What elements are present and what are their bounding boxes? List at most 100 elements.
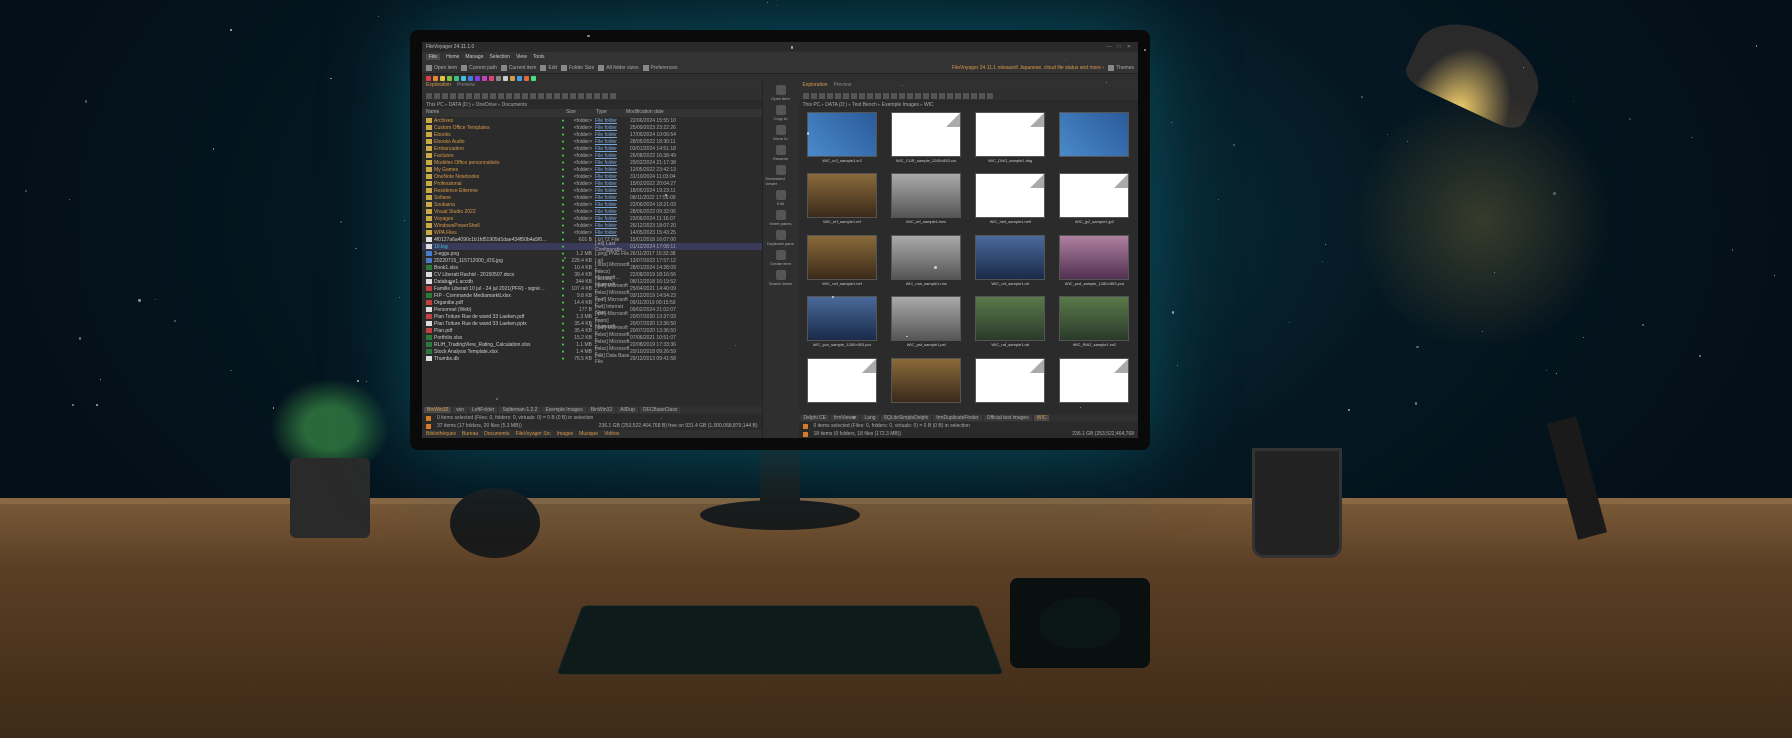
toolbar-button[interactable] [867,93,873,99]
thumbnail[interactable]: WIC_nef_sample1.nef [802,235,883,293]
toolbar-button[interactable] [546,93,552,99]
file-row[interactable]: Embarcadero●<folder>File folder03/01/202… [422,145,762,152]
ribbon-open-item[interactable]: Open item [426,65,457,71]
toolbar-button[interactable] [530,93,536,99]
toolbar-button[interactable] [931,93,937,99]
quick-link[interactable]: Documents [484,431,509,437]
mid-rename[interactable]: Rename [766,144,796,162]
color-swatch[interactable] [440,76,445,81]
file-row[interactable]: Voyages●<folder>File folder23/06/2024 11… [422,215,762,222]
toolbar-button[interactable] [987,93,993,99]
color-swatch[interactable] [503,76,508,81]
bottom-tab[interactable]: frmDuplicateFinder [933,415,981,421]
tab-preview[interactable]: Preview [457,82,475,91]
toolbar-button[interactable] [963,93,969,99]
menu-view[interactable]: View [516,54,527,60]
thumbnail[interactable]: WIC_orf_sample1.orf [970,235,1051,293]
toolbar-button[interactable] [602,93,608,99]
toolbar-button[interactable] [923,93,929,99]
toolbar-button[interactable] [915,93,921,99]
thumbnail[interactable]: WIC_psf_sample1.psf [886,296,967,354]
quick-link[interactable]: Bureau [462,431,478,437]
tab-preview[interactable]: Preview [834,82,852,91]
color-swatch[interactable] [496,76,501,81]
bottom-tab[interactable]: WIC [1034,415,1050,421]
ribbon-all-folder-sizes[interactable]: All folder sizes [598,65,638,71]
toolbar-button[interactable] [466,93,472,99]
col-mod[interactable]: Modification date [626,109,758,117]
bottom-tab[interactable]: Official test images [984,415,1032,421]
toolbar-button[interactable] [442,93,448,99]
color-swatch[interactable] [426,76,431,81]
toolbar-button[interactable] [907,93,913,99]
quick-link[interactable]: Images [557,431,573,437]
crumb-segment[interactable]: DATA (D:) [449,102,475,108]
toolbar-button[interactable] [819,93,825,99]
thumbnail[interactable]: WIC_pcd_sample_1280×853.pcd [1054,235,1135,293]
toolbar-button[interactable] [538,93,544,99]
col-name[interactable]: Name [426,109,566,117]
toolbar-button[interactable] [955,93,961,99]
color-swatch[interactable] [510,76,515,81]
toolbar-button[interactable] [514,93,520,99]
color-swatch[interactable] [531,76,536,81]
toolbar-button[interactable] [594,93,600,99]
toolbar-button[interactable] [803,93,809,99]
mid-edit[interactable]: Edit [766,189,796,207]
toolbar-button[interactable] [482,93,488,99]
bottom-tab[interactable]: frmViewer [831,415,859,421]
thumbnail-grid[interactable]: WIC_cr2_sample1.cr2WIC_CUR_sample_1280×8… [799,109,1139,414]
toolbar-button[interactable] [971,93,977,99]
menu-file[interactable]: File [426,54,440,60]
color-swatch[interactable] [489,76,494,81]
file-row[interactable]: WPA Files●<folder>File folder14/05/2023 … [422,229,762,236]
ribbon-current-path[interactable]: Current path [461,65,497,71]
toolbar-button[interactable] [859,93,865,99]
quick-link[interactable]: FileVoyager Src [515,431,550,437]
min-button[interactable]: — [1104,44,1114,50]
toolbar-button[interactable] [578,93,584,99]
bottom-tab[interactable]: Lang [861,415,878,421]
toolbar-button[interactable] [947,93,953,99]
toolbar-button[interactable] [498,93,504,99]
toolbar-button[interactable] [586,93,592,99]
thumbnail[interactable]: WIC_cr2_sample1.cr2 [802,112,883,170]
thumbnail[interactable] [802,358,883,411]
crumb-segment[interactable]: Test Bench [852,102,881,108]
thumbnail[interactable]: WIC_raf_sample1.raf [970,296,1051,354]
color-swatch[interactable] [475,76,480,81]
toolbar-button[interactable] [899,93,905,99]
file-row[interactable]: 10.log●[.ex] Last Configuratio…01/12/202… [422,243,762,250]
toolbar-button[interactable] [426,93,432,99]
bottom-tab[interactable]: LeftFolder [469,407,498,413]
mid-duplicate-pane[interactable]: Duplicate pane [766,229,796,247]
file-row[interactable]: Sofiane●<folder>File folder08/11/2022 17… [422,194,762,201]
file-row[interactable]: Soukaina●<folder>File folder22/06/2024 1… [422,201,762,208]
ribbon-edit[interactable]: Edit [540,65,557,71]
bottom-tab[interactable]: win [453,407,467,413]
color-swatch[interactable] [461,76,466,81]
thumbnail[interactable]: WIC_CUR_sample_1280×853.cur [886,112,967,170]
file-row[interactable]: Ebooks Audio●<folder>File folder28/05/20… [422,138,762,145]
quick-link[interactable]: Bibliothèques [426,431,456,437]
file-row[interactable]: Visual Studio 2022●<folder>File folder28… [422,208,762,215]
toolbar-button[interactable] [843,93,849,99]
toolbar-button[interactable] [506,93,512,99]
toolbar-button[interactable] [490,93,496,99]
themes-button[interactable]: Themes [1108,65,1134,71]
color-swatch[interactable] [517,76,522,81]
toolbar-button[interactable] [891,93,897,99]
bottom-tab[interactable]: BinWin32 [588,407,615,413]
toolbar-button[interactable] [522,93,528,99]
toolbar-button[interactable] [458,93,464,99]
mid-open-item[interactable]: Open item [766,84,796,102]
mid-embedded-viewer[interactable]: Embedded viewer [766,164,796,187]
thumbnail[interactable]: WIC_jp2_sample1.jp2 [1054,173,1135,231]
crumb-segment[interactable]: OneDrive [476,102,501,108]
quick-link[interactable]: Musique [579,431,598,437]
thumbnail[interactable] [1054,112,1135,170]
file-row[interactable]: WindowsPowerShell●<folder>File folder26/… [422,222,762,229]
crumb-segment[interactable]: This PC [803,102,825,108]
left-filelist[interactable]: Archives●<folder>File folder22/06/2024 1… [422,117,762,406]
thumbnail[interactable]: WIC_pcx_sample_1280×853.pcx [802,296,883,354]
